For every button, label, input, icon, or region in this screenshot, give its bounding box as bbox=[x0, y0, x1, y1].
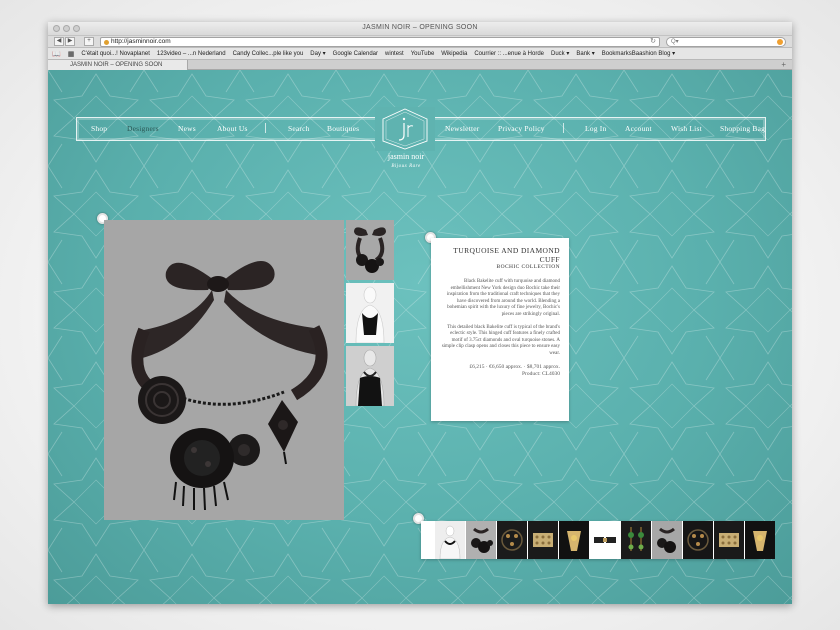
tab-bar: JASMIN NOIR – OPENING SOON + bbox=[48, 60, 792, 70]
nav-divider bbox=[563, 123, 564, 133]
nav-boutiques[interactable]: Boutiques bbox=[327, 124, 359, 133]
nav-shopping-bag[interactable]: Shopping Bag bbox=[720, 124, 765, 133]
related-product-thumb[interactable] bbox=[652, 521, 682, 559]
related-products-strip bbox=[421, 521, 775, 560]
bookmark-item[interactable]: Duck ▾ bbox=[551, 50, 569, 57]
nav-account[interactable]: Account bbox=[625, 124, 652, 133]
bookmark-item[interactable]: YouTube bbox=[411, 51, 435, 57]
bookmark-item[interactable]: Wikipedia bbox=[441, 51, 467, 57]
related-product-thumb[interactable] bbox=[497, 521, 527, 559]
browser-window: JASMIN NOIR – OPENING SOON ◀ ▶ + http://… bbox=[48, 22, 792, 604]
bookmarks-bar: 📖 ▦ C'était quoi...! Novaplanet 123video… bbox=[48, 48, 792, 60]
brand-name: jasmin noir bbox=[387, 152, 425, 161]
search-clear-icon[interactable] bbox=[777, 39, 783, 45]
related-product-thumb[interactable] bbox=[683, 521, 713, 559]
title-bar: JASMIN NOIR – OPENING SOON bbox=[48, 22, 792, 36]
product-title: TURQUOISE AND DIAMOND CUFF bbox=[453, 246, 560, 264]
bookmark-item[interactable]: Courrier :: ...enue à Horde bbox=[474, 51, 544, 57]
thumbnail-column bbox=[346, 220, 394, 409]
bookmark-item[interactable]: Bank ▾ bbox=[576, 50, 594, 57]
browser-toolbar: ◀ ▶ + http://jasminnoir.com ↻ Q▾ bbox=[48, 36, 792, 48]
logo-emblem-icon bbox=[382, 108, 428, 150]
bookmark-item[interactable]: BookmarksBaashion Blog ▾ bbox=[602, 50, 675, 57]
necklace-image bbox=[131, 261, 328, 511]
product-price: £6,215 · €6,650 approx. · $8,701 approx. bbox=[469, 363, 560, 370]
nav-designers[interactable]: Designers bbox=[127, 124, 159, 133]
necklace-thumb-image bbox=[354, 227, 386, 273]
related-product-thumb[interactable] bbox=[559, 521, 589, 559]
related-product-thumb[interactable] bbox=[528, 521, 558, 559]
nav-shop[interactable]: Shop bbox=[91, 124, 107, 133]
new-tab-button[interactable]: + bbox=[781, 60, 786, 70]
bookmark-item[interactable]: 123video – ...n Nederland bbox=[157, 51, 226, 57]
thumbnail-mannequin-angle[interactable] bbox=[346, 346, 394, 406]
nav-news[interactable]: News bbox=[178, 124, 196, 133]
add-bookmark-button[interactable]: + bbox=[84, 37, 94, 46]
bookmark-item[interactable]: Candy Collec...ple like you bbox=[233, 51, 304, 57]
product-description-1: Black Bakelite cuff with turquoise and d… bbox=[446, 279, 560, 317]
reload-icon[interactable]: ↻ bbox=[650, 38, 656, 46]
product-code: Product: CL4030 bbox=[521, 370, 560, 377]
bookmark-item[interactable]: Day ▾ bbox=[310, 50, 325, 57]
top-sites-icon[interactable]: ▦ bbox=[68, 50, 75, 58]
related-product-thumb[interactable] bbox=[466, 521, 496, 559]
search-icon: Q▾ bbox=[671, 39, 679, 45]
product-main-image[interactable] bbox=[104, 220, 344, 520]
related-product-thumb[interactable] bbox=[590, 521, 620, 559]
product-description-2: This detailed black Bakelite cuff is typ… bbox=[441, 324, 560, 356]
nav-divider bbox=[265, 123, 266, 133]
bookmark-item[interactable]: C'était quoi...! Novaplanet bbox=[81, 51, 150, 57]
site-icon bbox=[104, 40, 109, 45]
product-info-card: TURQUOISE AND DIAMOND CUFF BOCHIC COLLEC… bbox=[431, 238, 569, 421]
logo[interactable] bbox=[375, 107, 435, 151]
back-button[interactable]: ◀ bbox=[54, 37, 64, 46]
mannequin-angle-thumb-image bbox=[355, 349, 385, 406]
thumbnail-necklace[interactable] bbox=[346, 220, 394, 280]
related-product-thumb[interactable] bbox=[621, 521, 651, 559]
bookmark-item[interactable]: wintest bbox=[385, 51, 404, 57]
related-product-thumb[interactable] bbox=[714, 521, 744, 559]
address-bar[interactable]: http://jasminnoir.com ↻ bbox=[100, 37, 660, 47]
nav-about-us[interactable]: About Us bbox=[217, 124, 248, 133]
mannequin-thumb-image bbox=[355, 286, 385, 343]
nav-wish-list[interactable]: Wish List bbox=[671, 124, 702, 133]
nav-privacy-policy[interactable]: Privacy Policy bbox=[498, 124, 545, 133]
nav-newsletter[interactable]: Newsletter bbox=[445, 124, 480, 133]
tab-jasmin-noir[interactable]: JASMIN NOIR – OPENING SOON bbox=[48, 60, 188, 70]
product-collection: BOCHIC COLLECTION bbox=[496, 264, 560, 270]
web-page: Shop Designers News About Us Search Bout… bbox=[48, 70, 792, 604]
brand-tagline: Bijoux Rare bbox=[391, 164, 421, 169]
search-field[interactable]: Q▾ bbox=[666, 37, 786, 47]
related-product-thumb[interactable] bbox=[435, 521, 465, 560]
related-product-thumb[interactable] bbox=[745, 521, 775, 559]
reading-list-icon[interactable]: 📖 bbox=[52, 50, 61, 58]
nav-search[interactable]: Search bbox=[288, 124, 310, 133]
bookmark-item[interactable]: Google Calendar bbox=[333, 51, 378, 57]
forward-button[interactable]: ▶ bbox=[65, 37, 75, 46]
url-text: http://jasminnoir.com bbox=[111, 38, 171, 45]
nav-log-in[interactable]: Log In bbox=[585, 124, 606, 133]
thumbnail-mannequin-front[interactable] bbox=[346, 283, 394, 343]
window-title: JASMIN NOIR – OPENING SOON bbox=[362, 24, 478, 31]
